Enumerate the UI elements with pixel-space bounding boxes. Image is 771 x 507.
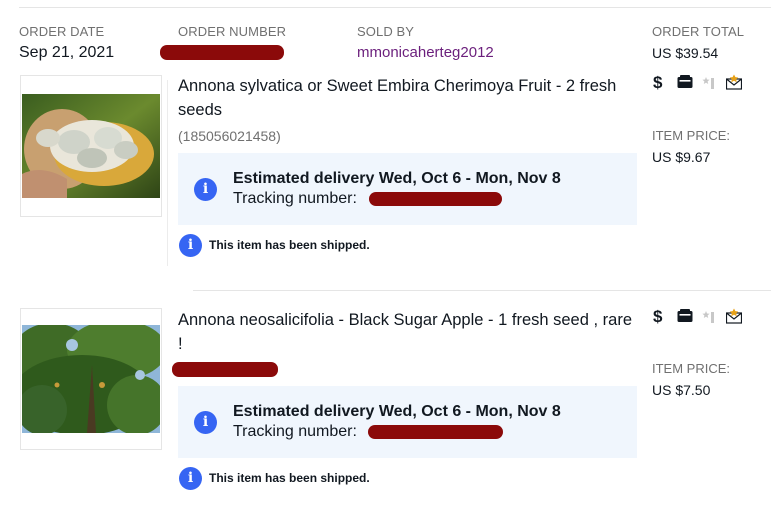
tracking-label: Tracking number:	[233, 423, 357, 440]
tracking-label: Tracking number:	[233, 190, 357, 207]
item-price-value: US $7.50	[652, 382, 711, 398]
item-status-icons: $	[652, 73, 747, 93]
tracking-number-redacted	[368, 425, 503, 439]
dollar-icon[interactable]: $	[653, 73, 662, 93]
order-total-value: US $39.54	[652, 45, 719, 61]
item-number: (185056021458)	[178, 128, 281, 144]
star-rating-icon[interactable]	[701, 75, 717, 91]
tracking-number-redacted	[369, 192, 502, 206]
item-title-link[interactable]: Annona sylvatica or Sweet Embira Cherimo…	[178, 74, 638, 122]
item-price-label: ITEM PRICE:	[652, 128, 731, 143]
item-divider	[193, 290, 771, 291]
order-date-label: ORDER DATE	[19, 24, 105, 39]
star-rating-icon[interactable]	[701, 309, 717, 325]
top-divider	[19, 7, 771, 8]
order-number-label: ORDER NUMBER	[178, 24, 287, 39]
item-price-value: US $9.67	[652, 149, 711, 165]
info-icon: i	[194, 178, 217, 201]
shipped-note: This item has been shipped.	[209, 238, 370, 252]
column-divider	[167, 80, 168, 266]
dollar-icon[interactable]: $	[653, 307, 662, 327]
sugar-apple-tree-image	[22, 325, 160, 433]
seller-link[interactable]: mmonicaherteg2012	[357, 44, 494, 61]
shipping-box-icon[interactable]	[677, 75, 693, 89]
item-status-icons: $	[652, 307, 747, 327]
info-icon: i	[179, 234, 202, 257]
item-thumbnail[interactable]	[20, 75, 162, 217]
shipping-box-icon[interactable]	[677, 309, 693, 323]
item-price-label: ITEM PRICE:	[652, 361, 731, 376]
delivery-info-box: i Estimated delivery Wed, Oct 6 - Mon, N…	[178, 386, 637, 458]
cherimoya-fruit-image	[22, 94, 160, 198]
shipped-note: This item has been shipped.	[209, 471, 370, 485]
envelope-message-icon[interactable]	[725, 74, 743, 90]
item-title-link[interactable]: Annona neosalicifolia - Black Sugar Appl…	[178, 308, 638, 356]
order-total-label: ORDER TOTAL	[652, 24, 745, 39]
order-number-redacted	[160, 45, 284, 60]
info-icon: i	[179, 467, 202, 490]
delivery-info-box: i Estimated delivery Wed, Oct 6 - Mon, N…	[178, 153, 637, 225]
estimated-delivery: Estimated delivery Wed, Oct 6 - Mon, Nov…	[233, 403, 561, 420]
order-date-value: Sep 21, 2021	[19, 44, 115, 61]
item-thumbnail[interactable]	[20, 308, 162, 450]
info-icon: i	[194, 411, 217, 434]
sold-by-label: SOLD BY	[357, 24, 415, 39]
envelope-message-icon[interactable]	[725, 308, 743, 324]
item-number-redacted	[172, 362, 278, 377]
estimated-delivery: Estimated delivery Wed, Oct 6 - Mon, Nov…	[233, 170, 561, 187]
